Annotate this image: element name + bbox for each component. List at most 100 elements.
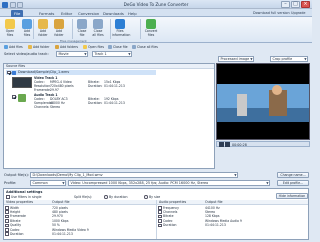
video-file-icon [12, 70, 16, 75]
source-file-row[interactable]: Download\Sample\Clip_1.wmv [6, 70, 156, 75]
ribbon-button-6[interactable]: Files information [112, 18, 130, 40]
ribbon-separator [33, 19, 34, 39]
property-checkbox[interactable] [5, 232, 9, 236]
ribbon: Open files Add files Add folder Add folder C… [0, 17, 312, 43]
tab-downloads[interactable]: Downloads [100, 10, 127, 17]
info-icon [115, 19, 125, 29]
tab-formats[interactable]: Formats [36, 10, 57, 17]
source-files-panel: Source files Download\Sample\Clip_1.wmv … [3, 63, 215, 169]
property-checkbox[interactable] [158, 210, 162, 214]
close-file-icon [108, 45, 112, 49]
property-checkbox[interactable] [5, 214, 9, 219]
close-file-icon [77, 19, 87, 29]
window-title: DeGo Video To Zune Converter [123, 2, 189, 7]
open-files-icon [5, 19, 15, 29]
split-files-label: Split file(s): [74, 194, 93, 199]
properties-divider [156, 200, 157, 239]
audio-properties-header: Audio properties Output file [157, 200, 308, 205]
ribbon-button-0[interactable]: Open files [3, 18, 17, 40]
tab-conversion[interactable]: Conversion [75, 10, 102, 17]
audio-channels-value: Stereo [50, 105, 61, 109]
ribbon-button-4[interactable]: Close file [75, 18, 89, 40]
play-icon[interactable] [219, 142, 224, 147]
output-file-field[interactable]: D:\Downloads\Demo\My Clip_1_Mod.wmv ▼ [30, 172, 238, 178]
title-bar: DeGo Video To Zune Converter – □ × [0, 0, 312, 9]
ribbon-button-label: Add folder [38, 29, 48, 37]
menu-bar: File Formats Editor Conversion Downloads… [0, 9, 312, 17]
video-duration-value: 01:44:11.213 [104, 84, 125, 88]
open-files-toolbar-button[interactable]: Open files [83, 44, 104, 50]
property-value: 01:44:11.213 [52, 231, 73, 236]
upgrade-link[interactable]: Upgrade [291, 11, 306, 15]
preview-mode-select[interactable]: Processed image ▼ [218, 56, 254, 62]
by-duration-radio[interactable] [104, 195, 108, 199]
property-checkbox[interactable] [158, 214, 162, 219]
property-checkbox[interactable] [5, 206, 9, 210]
audio-track-checkbox[interactable] [12, 95, 16, 99]
additional-settings-label: Additional settings [6, 189, 43, 194]
use-filters-checkbox[interactable] [6, 195, 10, 199]
profile-type-select[interactable]: Common ▼ [30, 180, 66, 186]
crop-profile-select[interactable]: Crop profile ▼ [270, 56, 308, 62]
ribbon-button-1[interactable]: Add files [20, 18, 34, 40]
ribbon-button-7[interactable]: Convert files [144, 18, 158, 40]
ribbon-button-label: Add folder [54, 29, 64, 37]
add-folder-toolbar-button[interactable]: Add folder [28, 44, 49, 50]
audio-duration-value: 01:44:11.213 [104, 101, 125, 105]
add-folder-icon [38, 19, 48, 29]
minimize-button[interactable]: – [281, 1, 290, 8]
ribbon-button-5[interactable]: Close all files [91, 18, 105, 40]
audio-channels-key: Channels: [34, 105, 50, 109]
add-files-icon [22, 19, 32, 29]
video-framerate-value: 29.97 [50, 88, 59, 92]
ribbon-button-2[interactable]: Add folder [36, 18, 50, 40]
hide-information-button[interactable]: Hide information [276, 193, 308, 199]
tab-help[interactable]: Help [125, 10, 140, 17]
output-files-label: Output file(s): [4, 173, 29, 177]
video-track-select[interactable]: Movie ▼ [56, 51, 88, 57]
quick-undo-icon[interactable] [17, 1, 23, 8]
download-full-link[interactable]: Download full version [253, 11, 290, 15]
add-files-icon [4, 45, 8, 49]
video-thumbnail [12, 77, 32, 88]
by-size-radio[interactable] [144, 195, 148, 199]
ribbon-group-label: Files management [60, 38, 87, 43]
quick-save-icon[interactable] [10, 1, 16, 8]
close-window-button[interactable]: × [301, 1, 310, 8]
tab-file[interactable]: File [11, 10, 24, 17]
audio-duration-key: Duration: [88, 101, 103, 105]
audio-track-select[interactable]: Track 1 ▼ [92, 51, 132, 57]
profile-select[interactable]: Video: Uncompressed 1000 Kbps, 352x288, … [68, 180, 270, 186]
ribbon-button-label: Open files [5, 29, 15, 37]
property-checkbox[interactable] [5, 228, 9, 232]
ribbon-button-3[interactable]: Add folder [52, 18, 66, 40]
ribbon-separator [110, 19, 111, 39]
source-files-header: Source files [4, 64, 214, 69]
video-preview [216, 63, 310, 140]
folder-icon [28, 45, 32, 49]
property-checkbox[interactable] [158, 206, 162, 210]
ribbon-button-label: Convert files [144, 29, 158, 37]
video-duration-key: Duration: [88, 84, 103, 88]
add-folders-toolbar-button[interactable]: Add folders [55, 44, 78, 50]
property-value: 01:44:11.213 [205, 223, 226, 228]
property-checkbox[interactable] [158, 219, 162, 223]
preview-time: 00:00:28 [232, 142, 247, 147]
close-all-toolbar-button[interactable]: Close all files [132, 44, 158, 50]
maximize-button[interactable]: □ [291, 1, 300, 8]
change-name-button[interactable]: Change name... [277, 172, 309, 178]
preview-frame [217, 64, 309, 139]
add-files-toolbar-button[interactable]: Add files [4, 44, 23, 50]
preview-seekbar[interactable] [216, 141, 310, 147]
file-checkbox[interactable] [7, 70, 11, 75]
property-checkbox[interactable] [158, 223, 162, 228]
tab-editor[interactable]: Editor [58, 10, 75, 17]
property-key: Duration [163, 223, 177, 228]
property-checkbox[interactable] [5, 223, 9, 228]
property-checkbox[interactable] [5, 210, 9, 214]
stop-icon[interactable] [225, 142, 230, 147]
edit-profile-button[interactable]: Edit profile... [277, 180, 309, 186]
close-file-toolbar-button[interactable]: Close file [108, 44, 128, 50]
audio-track-thumb [12, 94, 32, 104]
property-checkbox[interactable] [5, 219, 9, 223]
